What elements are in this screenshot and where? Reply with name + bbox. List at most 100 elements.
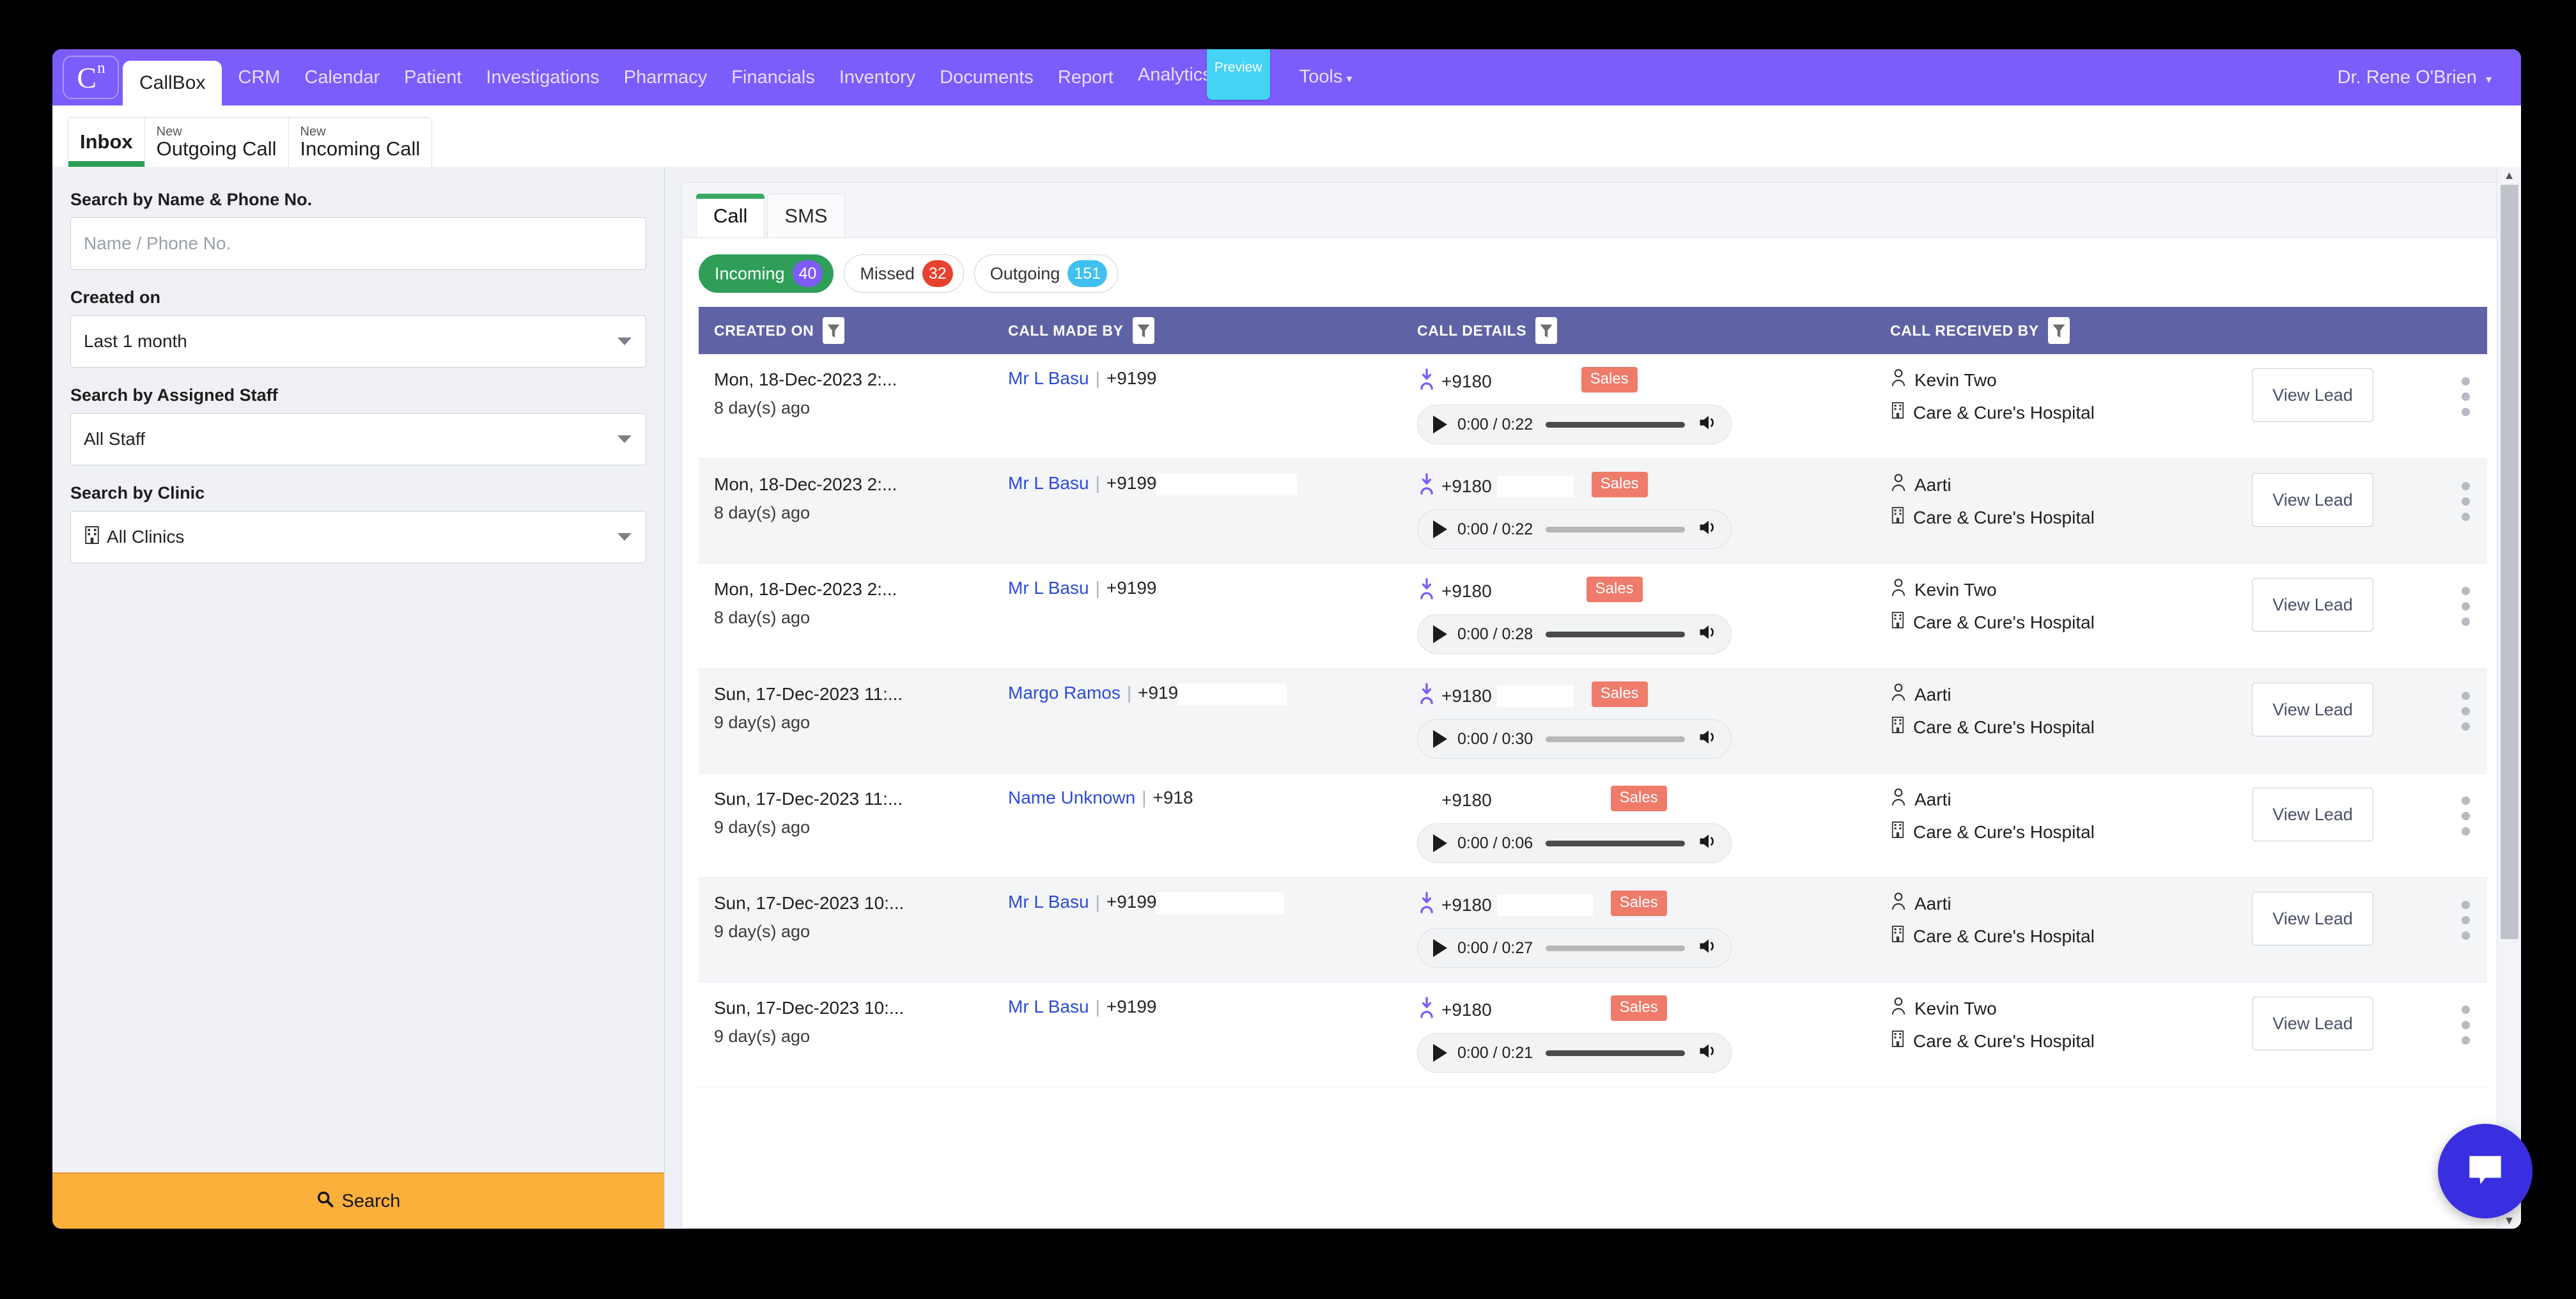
table-row[interactable]: Sun, 17-Dec-2023 10:... 9 day(s) ago Mr L … (699, 877, 2487, 983)
row-caller-name[interactable]: Name Unknown (1008, 788, 1135, 807)
play-icon[interactable] (1433, 939, 1447, 957)
brand-logo[interactable]: Cn (63, 56, 119, 99)
view-lead-button[interactable]: View Lead (2252, 368, 2373, 422)
play-icon[interactable] (1433, 625, 1447, 643)
audio-player[interactable]: 0:00 / 0:21 (1417, 1033, 1732, 1073)
row-more-menu-icon[interactable] (2444, 892, 2487, 940)
view-lead-button[interactable]: View Lead (2252, 473, 2373, 527)
play-icon[interactable] (1433, 520, 1447, 538)
nav-item-patient[interactable]: Patient (392, 49, 474, 105)
audio-player[interactable]: 0:00 / 0:27 (1417, 928, 1732, 968)
volume-icon[interactable] (1698, 1041, 1719, 1065)
column-call-made-by[interactable]: CALL MADE BY (993, 307, 1402, 354)
row-more-menu-icon[interactable] (2444, 473, 2487, 521)
row-caller-name[interactable]: Mr L Basu (1008, 473, 1089, 493)
row-more-menu-icon[interactable] (2444, 368, 2487, 416)
column-created-on[interactable]: CREATED ON (699, 307, 993, 354)
audio-progress-track[interactable] (1546, 631, 1685, 637)
nav-item-documents[interactable]: Documents (927, 49, 1046, 105)
view-lead-button[interactable]: View Lead (2252, 892, 2373, 945)
tab-call[interactable]: Call (696, 194, 765, 237)
row-detail-phone: +9180 (1441, 790, 1492, 810)
view-lead-button[interactable]: View Lead (2252, 578, 2373, 632)
row-caller-name[interactable]: Mr L Basu (1008, 368, 1089, 388)
audio-player[interactable]: 0:00 / 0:30 (1417, 719, 1732, 759)
nav-item-inventory[interactable]: Inventory (827, 49, 927, 105)
pill-missed[interactable]: Missed 32 (844, 254, 964, 293)
row-caller-name[interactable]: Margo Ramos (1008, 683, 1121, 703)
row-caller-name[interactable]: Mr L Basu (1008, 892, 1089, 912)
table-row[interactable]: Mon, 18-Dec-2023 2:... 8 day(s) ago Mr L B… (699, 458, 2487, 564)
clinic-select[interactable]: All Clinics (70, 511, 646, 563)
search-name-phone-input[interactable] (70, 217, 646, 270)
tab-inbox[interactable]: Inbox (68, 118, 145, 167)
audio-player[interactable]: 0:00 / 0:28 (1417, 614, 1732, 654)
pill-incoming[interactable]: Incoming 40 (699, 254, 834, 293)
view-lead-button[interactable]: View Lead (2252, 788, 2373, 841)
volume-icon[interactable] (1698, 623, 1719, 646)
nav-item-calendar[interactable]: Calendar (292, 49, 392, 105)
row-more-menu-icon[interactable] (2444, 788, 2487, 836)
audio-progress-track[interactable] (1546, 736, 1685, 742)
audio-progress-track[interactable] (1546, 421, 1685, 428)
column-call-details[interactable]: CALL DETAILS (1402, 307, 1875, 354)
filter-icon[interactable] (1132, 317, 1154, 344)
filter-icon[interactable] (1535, 317, 1558, 344)
play-icon[interactable] (1433, 1044, 1447, 1062)
audio-progress-track[interactable] (1546, 945, 1685, 951)
row-caller-name[interactable]: Mr L Basu (1008, 578, 1089, 598)
row-more-menu-icon[interactable] (2444, 578, 2487, 626)
volume-icon[interactable] (1698, 727, 1719, 751)
filter-icon[interactable] (823, 317, 845, 344)
table-row[interactable]: Sun, 17-Dec-2023 10:... 9 day(s) ago Mr L … (699, 982, 2487, 1087)
nav-item-financials[interactable]: Financials (719, 49, 827, 105)
view-lead-button[interactable]: View Lead (2252, 997, 2373, 1050)
user-menu[interactable]: Dr. Rene O'Brien ▾ (2338, 49, 2492, 107)
audio-progress-track[interactable] (1546, 1050, 1685, 1056)
scrollbar-thumb[interactable] (2500, 185, 2518, 939)
assigned-staff-select[interactable]: All Staff (70, 413, 646, 465)
row-more-menu-icon[interactable] (2444, 997, 2487, 1045)
nav-item-tools[interactable]: Tools ▾ (1287, 49, 1365, 107)
nav-item-report[interactable]: Report (1046, 49, 1126, 105)
chat-bubble-button[interactable] (2438, 1124, 2533, 1218)
play-icon[interactable] (1433, 834, 1447, 852)
audio-progress-track[interactable] (1546, 526, 1685, 533)
pill-outgoing[interactable]: Outgoing 151 (974, 254, 1119, 293)
column-call-received-by[interactable]: CALL RECEIVED BY (1875, 307, 2237, 354)
volume-icon[interactable] (1698, 413, 1719, 437)
nav-item-pharmacy[interactable]: Pharmacy (612, 49, 720, 105)
view-lead-button[interactable]: View Lead (2252, 683, 2373, 736)
cell-action: View Lead (2237, 563, 2428, 669)
nav-item-crm[interactable]: CRM (226, 49, 292, 105)
play-icon[interactable] (1433, 416, 1447, 433)
tab-new-incoming-call[interactable]: New Incoming Call (288, 118, 432, 167)
vertical-scrollbar[interactable]: ▲ ▼ (2497, 167, 2521, 1229)
row-caller-name[interactable]: Mr L Basu (1008, 997, 1089, 1016)
table-row[interactable]: Sun, 17-Dec-2023 11:... 9 day(s) ago Margo… (699, 668, 2487, 774)
scroll-down-arrow-icon[interactable]: ▼ (2504, 1212, 2515, 1229)
table-row[interactable]: Sun, 17-Dec-2023 11:... 9 day(s) ago Name … (699, 773, 2487, 878)
nav-item-investigations[interactable]: Investigations (474, 49, 611, 105)
volume-icon[interactable] (1698, 937, 1719, 960)
audio-time: 0:00 / 0:06 (1457, 834, 1533, 852)
volume-icon[interactable] (1698, 518, 1719, 541)
scroll-up-arrow-icon[interactable]: ▲ (2504, 167, 2515, 183)
play-icon[interactable] (1433, 730, 1447, 748)
nav-item-analytics[interactable]: Analytics Preview (1126, 49, 1287, 109)
volume-icon[interactable] (1698, 832, 1719, 855)
audio-player[interactable]: 0:00 / 0:22 (1417, 405, 1732, 444)
table-row[interactable]: Mon, 18-Dec-2023 2:... 8 day(s) ago Mr L B… (699, 354, 2487, 459)
search-button[interactable]: Search (52, 1172, 664, 1229)
tab-sms[interactable]: SMS (767, 194, 845, 237)
calls-table-header-row: CREATED ON CALL MADE BY CALL DETAILS CAL… (699, 307, 2487, 354)
row-more-menu-icon[interactable] (2444, 683, 2487, 731)
table-row[interactable]: Mon, 18-Dec-2023 2:... 8 day(s) ago Mr L B… (699, 563, 2487, 669)
audio-progress-track[interactable] (1546, 840, 1685, 846)
created-on-select[interactable]: Last 1 month (70, 315, 646, 368)
filter-icon[interactable] (2047, 317, 2070, 344)
audio-player[interactable]: 0:00 / 0:22 (1417, 509, 1732, 549)
nav-item-callbox[interactable]: CallBox (123, 61, 222, 105)
tab-new-outgoing-call[interactable]: New Outgoing Call (144, 118, 289, 167)
audio-player[interactable]: 0:00 / 0:06 (1417, 823, 1732, 863)
